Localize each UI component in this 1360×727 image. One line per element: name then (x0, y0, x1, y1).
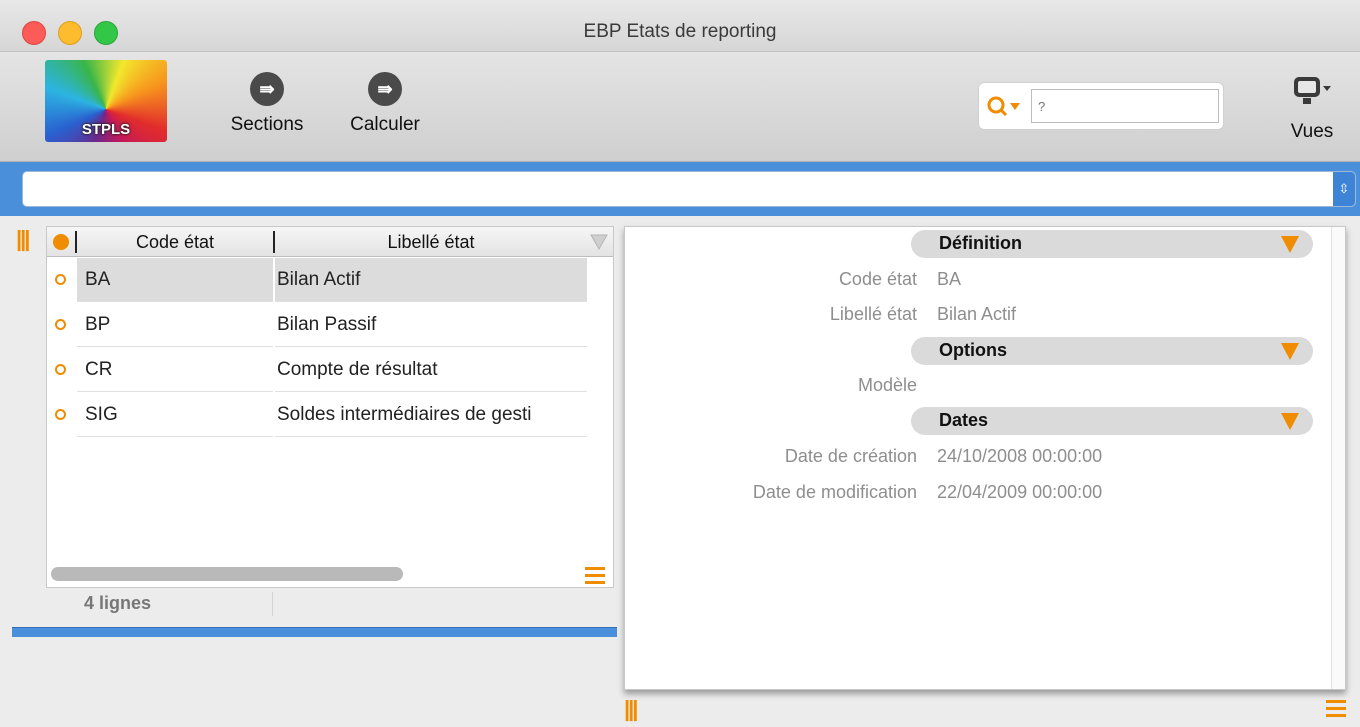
count-bar: 4 lignes (46, 588, 614, 620)
field-value-date-creation: 24/10/2008 00:00:00 (937, 446, 1103, 466)
field-label-modele: Modèle (857, 375, 917, 395)
sections-button[interactable]: ⇛ Sections (222, 72, 312, 136)
list-rows: BA Bilan Actif BP Bilan Passif CR Compte… (47, 258, 587, 438)
sections-label: Sections (230, 114, 304, 135)
logo-label: STPLS (81, 121, 131, 138)
collapse-triangle-icon[interactable] (1281, 236, 1299, 253)
row-count: 4 lignes (84, 593, 152, 613)
section-title: Dates (939, 410, 989, 430)
row-status-icon (55, 409, 66, 420)
row-status-icon (55, 364, 66, 375)
sections-icon: ⇛ (250, 72, 284, 106)
calculer-button[interactable]: ⇛ Calculer (340, 72, 430, 136)
table-row[interactable]: BP Bilan Passif (47, 303, 587, 348)
vertical-scrollbar[interactable] (1331, 227, 1345, 689)
row-code: SIG (77, 393, 273, 437)
table-row[interactable]: SIG Soldes intermédiaires de gesti (47, 393, 587, 438)
field-label-libelle: Libellé état (829, 304, 917, 324)
row-code: CR (77, 348, 273, 392)
field-value-date-modification: 22/04/2009 00:00:00 (937, 482, 1103, 502)
resize-handle-icon[interactable]: ||| (16, 226, 31, 252)
table-row[interactable]: CR Compte de résultat (47, 348, 587, 393)
toolbar: STPLS ⇛ Sections ⇛ Calculer Vues (0, 52, 1360, 162)
status-column-icon[interactable] (53, 234, 69, 250)
row-libelle: Compte de résultat (275, 348, 587, 392)
column-header-code[interactable]: Code état (77, 232, 273, 253)
row-libelle: Bilan Passif (275, 303, 587, 347)
splitter[interactable] (12, 627, 617, 637)
search-input[interactable] (1031, 89, 1219, 123)
section-definition[interactable]: Définition (911, 230, 1313, 258)
vues-button[interactable]: Vues (1280, 74, 1344, 143)
collapse-triangle-icon[interactable] (1281, 343, 1299, 360)
row-code: BA (77, 258, 273, 302)
chevron-updown-icon[interactable]: ⇳ (1333, 172, 1355, 206)
filter-icon[interactable] (589, 233, 609, 251)
collapse-triangle-icon[interactable] (1281, 413, 1299, 430)
states-list: Code état Libellé état BA Bilan Actif BP… (46, 226, 614, 588)
row-status-icon (55, 319, 66, 330)
section-title: Options (939, 340, 1007, 360)
window-title: EBP Etats de reporting (583, 21, 777, 42)
menu-icon[interactable] (1326, 700, 1346, 718)
table-row[interactable]: BA Bilan Actif (47, 258, 587, 303)
row-libelle: Soldes intermédiaires de gesti (275, 393, 587, 437)
company-logo[interactable]: STPLS (45, 60, 167, 142)
column-header-libelle[interactable]: Libellé état (275, 232, 587, 253)
vues-monitor-icon (1294, 77, 1331, 104)
row-libelle: Bilan Actif (275, 258, 587, 302)
detail-panel: Définition Code état BA Libellé état Bil… (624, 226, 1346, 690)
horizontal-scrollbar[interactable] (51, 567, 403, 581)
search-box (978, 82, 1224, 130)
field-value-code: BA (937, 269, 962, 289)
vues-label: Vues (1290, 121, 1334, 142)
section-options[interactable]: Options (911, 337, 1313, 365)
menu-icon[interactable] (585, 567, 605, 584)
section-dates[interactable]: Dates (911, 407, 1313, 435)
state-selector[interactable]: ⇳ (22, 171, 1356, 207)
calculer-label: Calculer (350, 114, 420, 135)
calculer-icon: ⇛ (368, 72, 402, 106)
row-code: BP (77, 303, 273, 347)
resize-handle-icon[interactable]: ||| (624, 696, 639, 722)
field-label-date-creation: Date de création (784, 446, 917, 466)
selector-strip: ⇳ (0, 162, 1360, 216)
field-value-libelle: Bilan Actif (937, 304, 1017, 324)
search-icon[interactable] (985, 93, 1025, 121)
field-label-date-modification: Date de modification (752, 482, 917, 502)
title-bar: EBP Etats de reporting (0, 0, 1360, 52)
list-header: Code état Libellé état (47, 227, 613, 257)
section-title: Définition (939, 233, 1022, 253)
row-status-icon (55, 274, 66, 285)
field-label-code: Code état (838, 269, 917, 289)
